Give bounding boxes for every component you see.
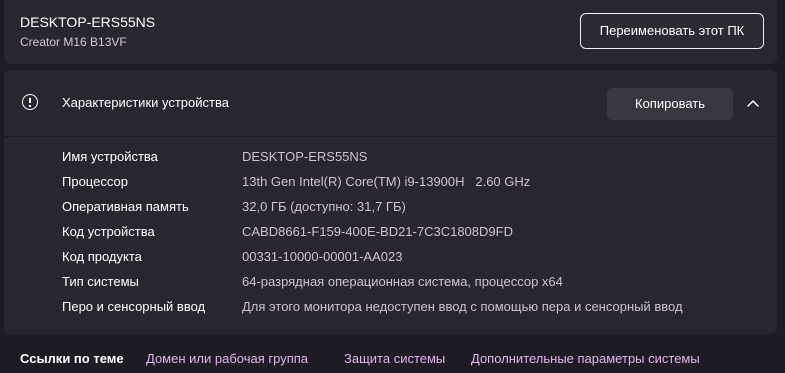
chevron-up-icon[interactable]: [744, 96, 762, 110]
system-about-page: DESKTOP-ERS55NS Creator M16 B13VF Переим…: [0, 0, 785, 373]
related-links-bar: Ссылки по теме Домен или рабочая группа …: [0, 340, 785, 373]
spec-value: 00331-10000-00001-AA023: [242, 249, 403, 264]
device-name-title: DESKTOP-ERS55NS: [20, 14, 156, 30]
spec-value: Для этого монитора недоступен ввод с пом…: [242, 299, 683, 314]
device-specs-card: Характеристики устройства Копировать Имя…: [4, 70, 777, 334]
device-specs-title: Характеристики устройства: [62, 95, 229, 110]
device-model: Creator M16 B13VF: [20, 35, 127, 49]
pc-name-card: DESKTOP-ERS55NS Creator M16 B13VF Переим…: [4, 0, 777, 64]
spec-value: 13th Gen Intel(R) Core(TM) i9-13900H 2.6…: [242, 174, 531, 189]
info-circle-icon: [22, 94, 38, 110]
advanced-system-settings-link[interactable]: Дополнительные параметры системы: [471, 351, 700, 366]
spec-label: Имя устройства: [62, 149, 158, 164]
device-specs-header[interactable]: Характеристики устройства Копировать: [4, 70, 777, 137]
spec-label: Процессор: [62, 174, 128, 189]
spec-value: CABD8661-F159-400E-BD21-7C3C1808D9FD: [242, 224, 513, 239]
spec-value: DESKTOP-ERS55NS: [242, 149, 368, 164]
spec-label: Оперативная память: [62, 199, 189, 214]
copy-button[interactable]: Копировать: [607, 88, 733, 120]
domain-workgroup-link[interactable]: Домен или рабочая группа: [146, 351, 308, 366]
spec-label: Тип системы: [62, 274, 139, 289]
spec-value: 32,0 ГБ (доступно: 31,7 ГБ): [242, 199, 406, 214]
related-links-title: Ссылки по теме: [20, 351, 124, 366]
spec-label: Перо и сенсорный ввод: [62, 299, 206, 314]
rename-pc-button[interactable]: Переименовать этот ПК: [580, 13, 764, 49]
spec-value: 64-разрядная операционная система, проце…: [242, 274, 563, 289]
system-protection-link[interactable]: Защита системы: [344, 351, 445, 366]
spec-label: Код продукта: [62, 249, 142, 264]
spec-label: Код устройства: [62, 224, 155, 239]
